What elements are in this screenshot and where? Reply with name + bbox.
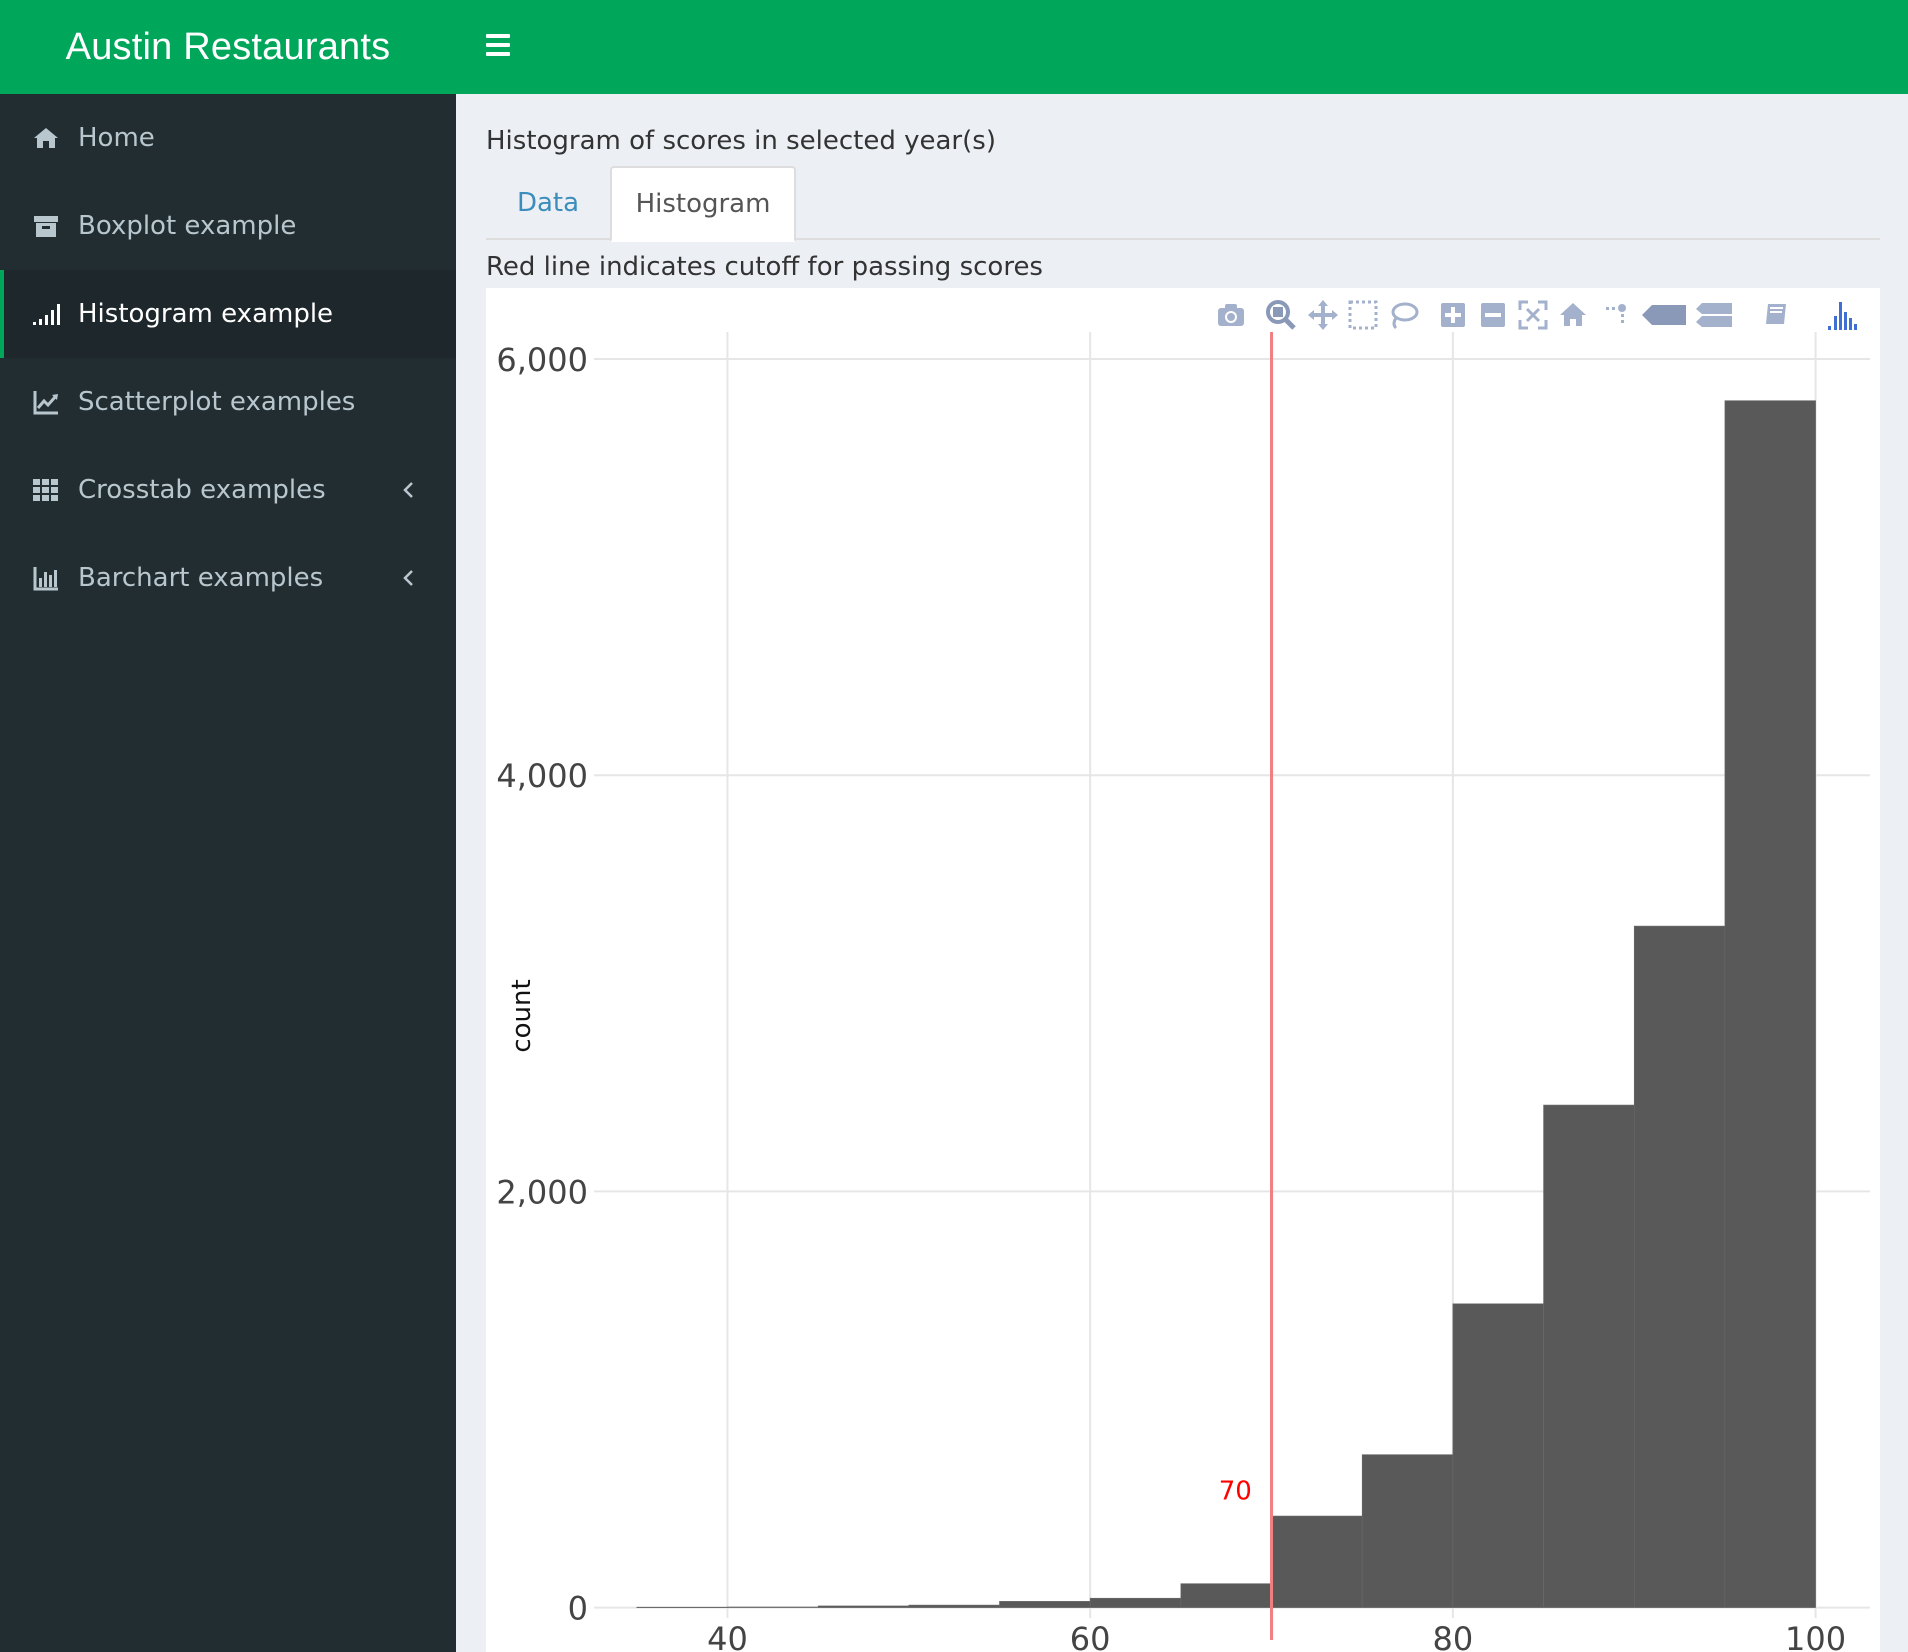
histogram-bar[interactable] <box>1452 1303 1544 1608</box>
sidebar-item-label: Boxplot example <box>78 211 297 241</box>
hover-compare-icon[interactable] <box>1694 298 1734 332</box>
reset-axes-icon[interactable] <box>1556 298 1590 332</box>
sidebar-item-label: Scatterplot examples <box>78 387 356 417</box>
signal-icon <box>32 300 60 328</box>
x-tick-label: 80 <box>1433 1620 1474 1652</box>
chevron-left-icon[interactable] <box>398 476 418 504</box>
sidebar-toggle-icon[interactable] <box>486 34 510 56</box>
chevron-left-icon[interactable] <box>398 564 418 592</box>
histogram-bar[interactable] <box>817 1605 910 1608</box>
sidebar-item-scatterplot[interactable]: Scatterplot examples <box>0 358 456 446</box>
sidebar: Home Boxplot example Histogram example S… <box>0 94 456 1652</box>
archive-icon <box>32 212 60 240</box>
plot-modebar <box>1180 288 1880 338</box>
autoscale-icon[interactable] <box>1516 298 1550 332</box>
histogram-bar[interactable] <box>1543 1104 1635 1608</box>
home-icon <box>32 124 60 152</box>
sidebar-item-label: Crosstab examples <box>78 475 326 505</box>
camera-icon[interactable] <box>1214 298 1248 332</box>
histogram-bar[interactable] <box>1271 1515 1363 1608</box>
tab-data[interactable]: Data <box>486 166 610 240</box>
histogram-bar[interactable] <box>727 1606 819 1608</box>
histogram-bar[interactable] <box>1089 1597 1182 1608</box>
y-tick-label: 4,000 <box>496 757 588 795</box>
sidebar-item-histogram[interactable]: Histogram example <box>0 270 456 358</box>
edit-icon[interactable] <box>1760 298 1794 332</box>
hover-closest-icon[interactable] <box>1640 298 1688 332</box>
x-tick-labels: 40 60 80 100 <box>707 1620 1846 1652</box>
spike-lines-icon[interactable] <box>1598 298 1632 332</box>
histogram-bars[interactable] <box>636 400 1816 1608</box>
x-tick-label: 60 <box>1070 1620 1111 1652</box>
plotly-logo-icon[interactable] <box>1826 298 1860 332</box>
x-tick-label: 100 <box>1785 1620 1846 1652</box>
box-select-icon[interactable] <box>1346 298 1380 332</box>
histogram-svg[interactable]: 70 0 2,000 4,000 6,000 40 60 80 100 count <box>486 288 1880 1652</box>
y-tick-label: 6,000 <box>496 341 588 379</box>
box-title: Histogram of scores in selected year(s) <box>486 126 996 156</box>
cutoff-annotation: 70 <box>1219 1476 1252 1506</box>
sidebar-item-home[interactable]: Home <box>0 94 456 182</box>
sidebar-item-label: Histogram example <box>78 299 334 329</box>
y-axis-label: count <box>507 979 537 1052</box>
histogram-bar[interactable] <box>1180 1583 1272 1608</box>
zoom-icon[interactable] <box>1264 298 1298 332</box>
histogram-bar[interactable] <box>1724 400 1816 1608</box>
grid-icon <box>32 476 60 504</box>
sidebar-item-crosstab[interactable]: Crosstab examples <box>0 446 456 534</box>
pan-icon[interactable] <box>1306 298 1340 332</box>
main-content: Histogram of scores in selected year(s) … <box>456 94 1908 1652</box>
top-navbar <box>456 0 1908 94</box>
sidebar-item-boxplot[interactable]: Boxplot example <box>0 182 456 270</box>
zoom-in-icon[interactable] <box>1436 298 1470 332</box>
tab-histogram[interactable]: Histogram <box>610 166 796 242</box>
zoom-out-icon[interactable] <box>1476 298 1510 332</box>
sidebar-item-label: Home <box>78 123 155 153</box>
histogram-plot[interactable]: 70 0 2,000 4,000 6,000 40 60 80 100 count <box>486 288 1880 1652</box>
bar-chart-icon <box>32 564 60 592</box>
app-title[interactable]: Austin Restaurants <box>0 0 456 94</box>
histogram-bar[interactable] <box>1361 1454 1454 1608</box>
tab-bar: Data Histogram <box>486 166 1880 242</box>
sidebar-item-barchart[interactable]: Barchart examples <box>0 534 456 622</box>
sidebar-item-label: Barchart examples <box>78 563 324 593</box>
lasso-icon[interactable] <box>1386 298 1420 332</box>
y-tick-label: 2,000 <box>496 1173 588 1211</box>
histogram-bar[interactable] <box>999 1601 1091 1608</box>
x-tick-label: 40 <box>707 1620 748 1652</box>
histogram-bar[interactable] <box>1633 925 1726 1608</box>
histogram-bar[interactable] <box>636 1606 728 1608</box>
annotations: 70 <box>1219 1476 1252 1506</box>
plot-note: Red line indicates cutoff for passing sc… <box>486 252 1043 282</box>
histogram-bar[interactable] <box>908 1604 1000 1608</box>
line-chart-icon <box>32 388 60 416</box>
y-tick-label: 0 <box>568 1590 588 1628</box>
